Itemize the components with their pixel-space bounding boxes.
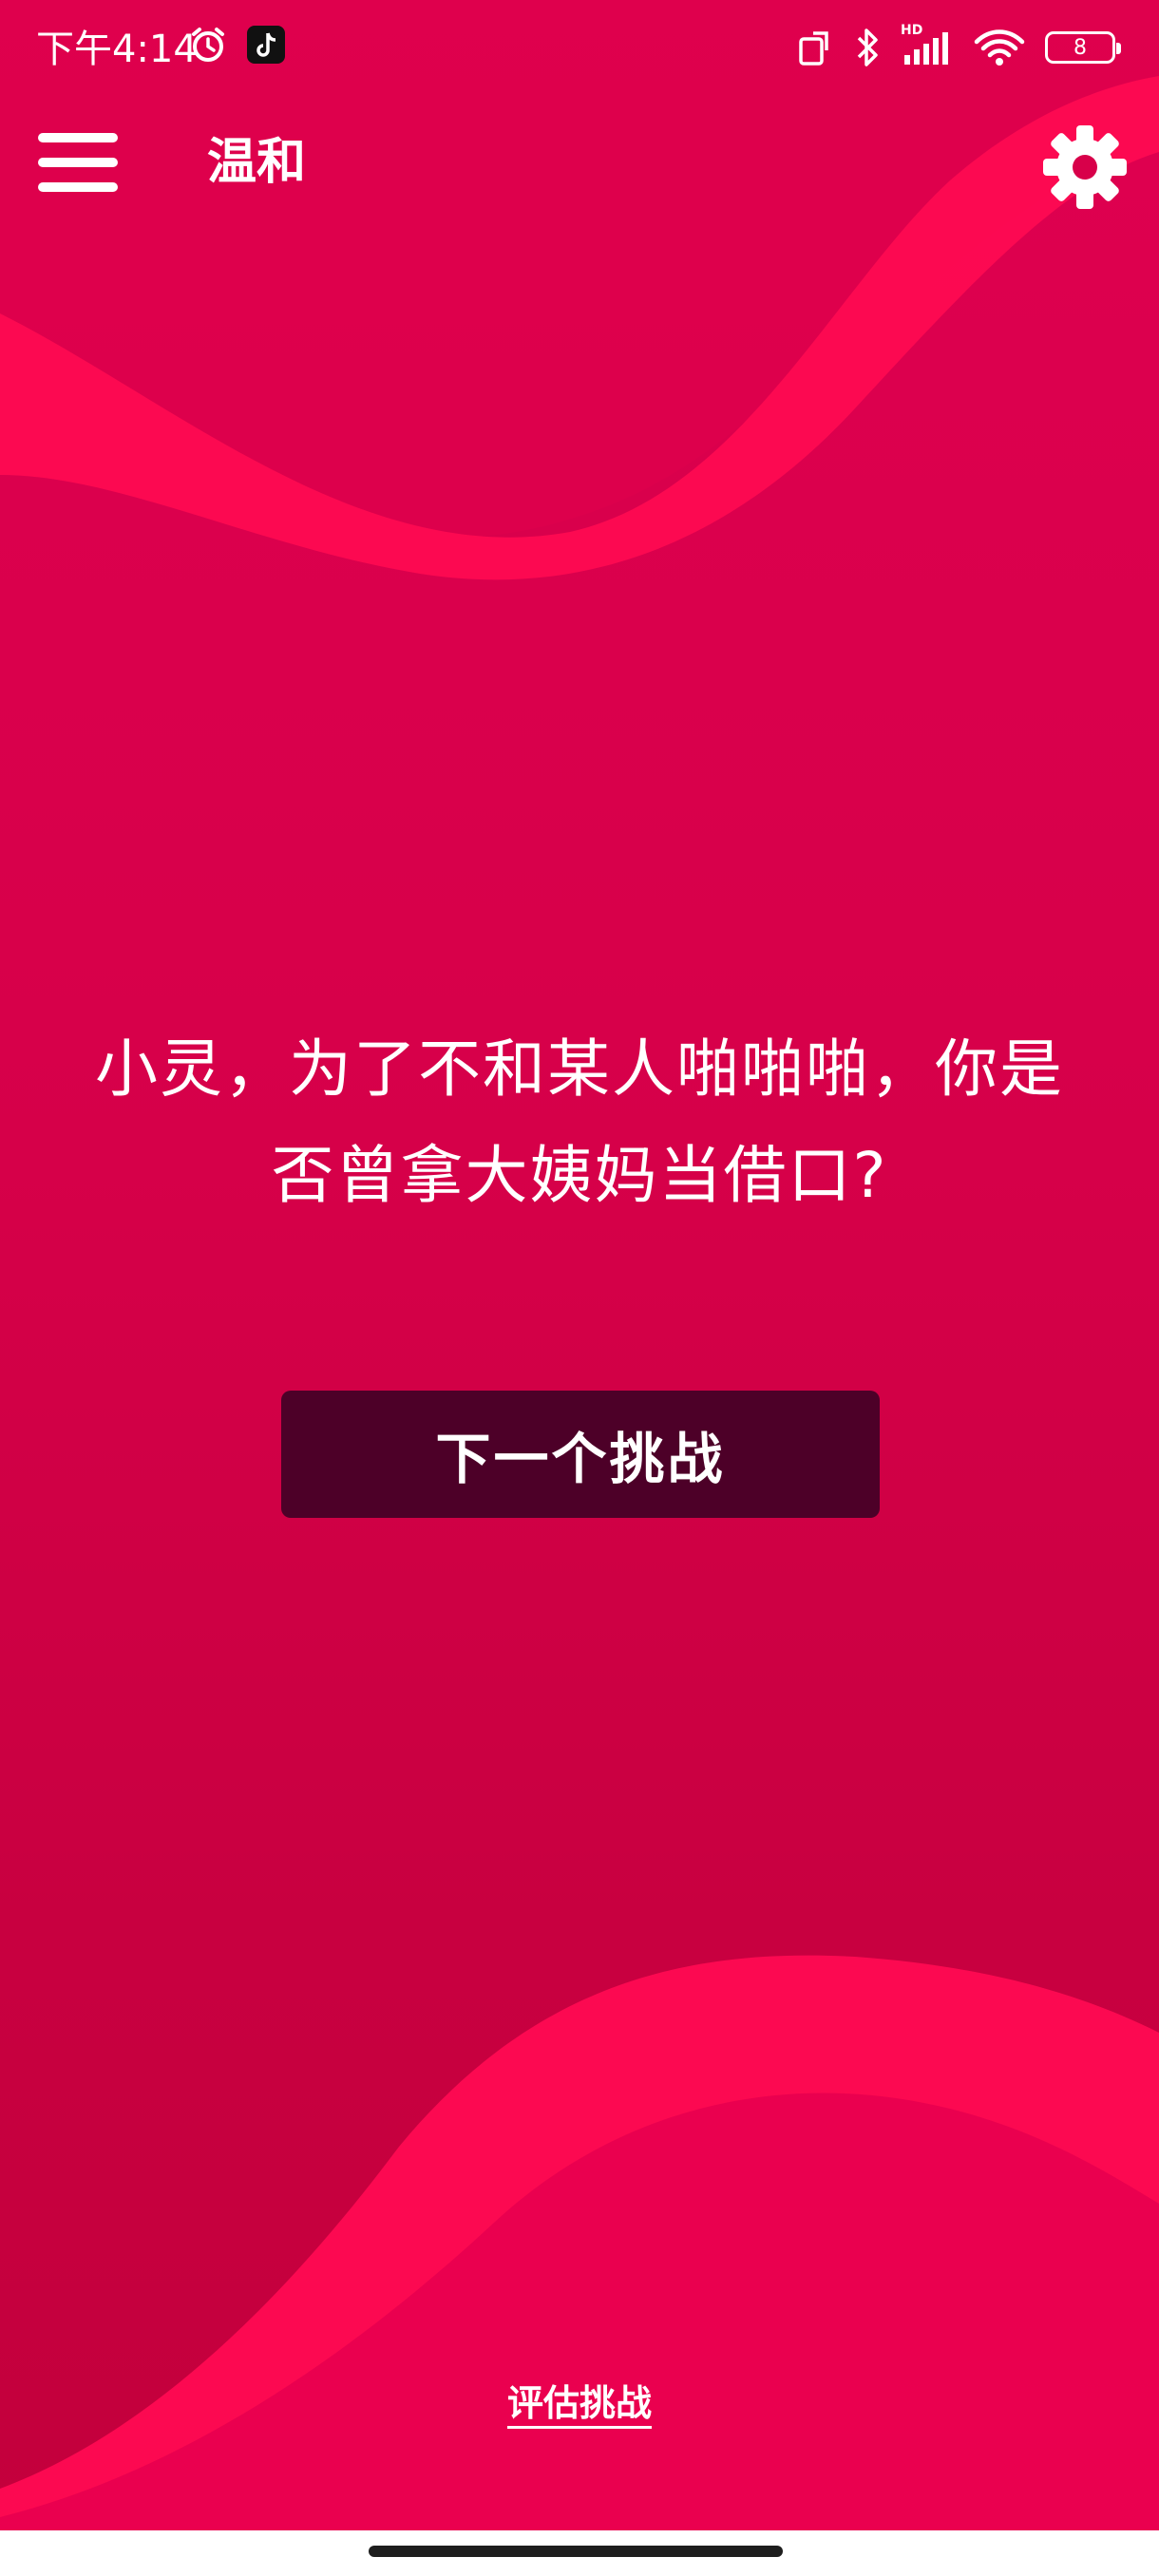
- home-indicator[interactable]: [369, 2546, 783, 2557]
- battery-icon: 8: [1045, 31, 1121, 64]
- status-left-icons: [188, 25, 285, 65]
- hamburger-menu-icon-bar-2: [38, 158, 118, 167]
- rate-challenge-link[interactable]: 评估挑战: [0, 2375, 1159, 2432]
- bluetooth-icon: [857, 28, 878, 66]
- cellular-signal-icon: [904, 32, 948, 65]
- next-challenge-button[interactable]: 下一个挑战: [281, 1391, 880, 1518]
- tiktok-icon: [247, 26, 285, 64]
- gear-icon: [1043, 125, 1127, 209]
- alarm-icon: [192, 28, 224, 62]
- wifi-icon: [974, 29, 1025, 66]
- rate-challenge-label: 评估挑战: [506, 2382, 652, 2429]
- mode-title: 温和: [207, 134, 307, 191]
- battery-level: 8: [1074, 35, 1087, 60]
- menu-button[interactable]: [38, 131, 124, 194]
- hamburger-menu-icon: [38, 133, 118, 142]
- status-right-icons: HD 8: [796, 23, 1121, 68]
- hamburger-menu-icon-bar-3: [38, 182, 118, 192]
- status-bar: 下午4:14 HD 8: [0, 0, 1159, 104]
- background-waves: [0, 0, 1159, 2576]
- screen-rotate-icon: [799, 31, 828, 66]
- challenge-question: 小灵，为了不和某人啪啪啪，你是否曾拿大姨妈当借口?: [95, 1032, 1064, 1212]
- status-time: 下午4:14: [36, 28, 198, 71]
- app-screen: 下午4:14 HD 8 温和 小灵，为了不和某人啪啪啪，你是否曾拿大姨妈当借口?…: [0, 0, 1159, 2576]
- cellular-signal: HD: [901, 23, 954, 68]
- settings-button[interactable]: [1039, 122, 1130, 213]
